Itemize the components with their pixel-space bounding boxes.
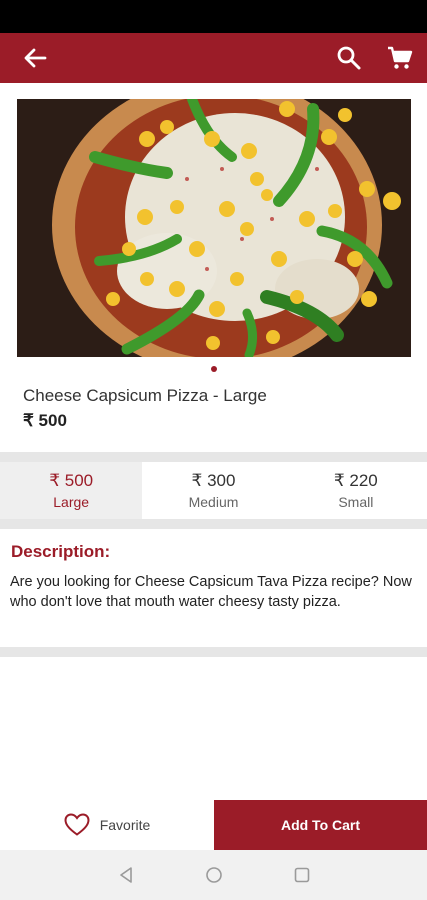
- system-home-button[interactable]: [202, 863, 226, 887]
- divider: [0, 647, 427, 657]
- cart-button[interactable]: [384, 42, 416, 74]
- square-recents-icon: [294, 867, 309, 883]
- status-bar: [0, 0, 427, 33]
- product-detail-screen: Cheese Capsicum Pizza - Large ₹ 500 ₹ 50…: [0, 0, 427, 900]
- divider: [0, 452, 427, 462]
- size-price: ₹ 500: [49, 471, 94, 490]
- size-label: Large: [53, 494, 90, 510]
- size-price: ₹ 220: [333, 471, 378, 490]
- back-button[interactable]: [19, 42, 51, 74]
- carousel-indicator: [0, 366, 427, 374]
- product-price: ₹ 500: [23, 411, 67, 430]
- triangle-back-icon: [119, 867, 132, 883]
- search-icon: [337, 46, 361, 70]
- carousel-dot[interactable]: [210, 366, 217, 372]
- size-selector: ₹ 500 Large ₹ 300 Medium ₹ 220 Small: [0, 462, 427, 519]
- system-navigation-bar: [0, 850, 427, 900]
- app-bar: [0, 33, 427, 83]
- cart-icon: [388, 46, 413, 69]
- size-option-small[interactable]: ₹ 220 Small: [285, 462, 427, 519]
- description-title: Description:: [11, 542, 111, 561]
- add-to-cart-button[interactable]: Add To Cart: [214, 800, 427, 850]
- size-price: ₹ 300: [191, 471, 236, 490]
- circle-home-icon: [205, 867, 222, 883]
- size-label: Small: [338, 494, 374, 510]
- size-option-medium[interactable]: ₹ 300 Medium: [142, 462, 284, 519]
- size-label: Medium: [188, 494, 239, 510]
- size-option-large[interactable]: ₹ 500 Large: [0, 462, 143, 519]
- product-image[interactable]: [17, 99, 411, 357]
- system-back-button[interactable]: [114, 863, 138, 887]
- divider: [0, 519, 427, 529]
- pizza-photo: [17, 99, 411, 357]
- heart-icon: [64, 813, 90, 836]
- product-name: Cheese Capsicum Pizza - Large: [23, 386, 267, 405]
- search-button[interactable]: [333, 42, 365, 74]
- description-text: Are you looking for Cheese Capsicum Tava…: [10, 574, 412, 610]
- favorite-label: Favorite: [99, 817, 151, 833]
- favorite-button[interactable]: Favorite: [0, 800, 214, 850]
- bottom-action-bar: Favorite Add To Cart: [0, 800, 427, 850]
- arrow-left-icon: [24, 48, 47, 68]
- system-recents-button[interactable]: [290, 863, 314, 887]
